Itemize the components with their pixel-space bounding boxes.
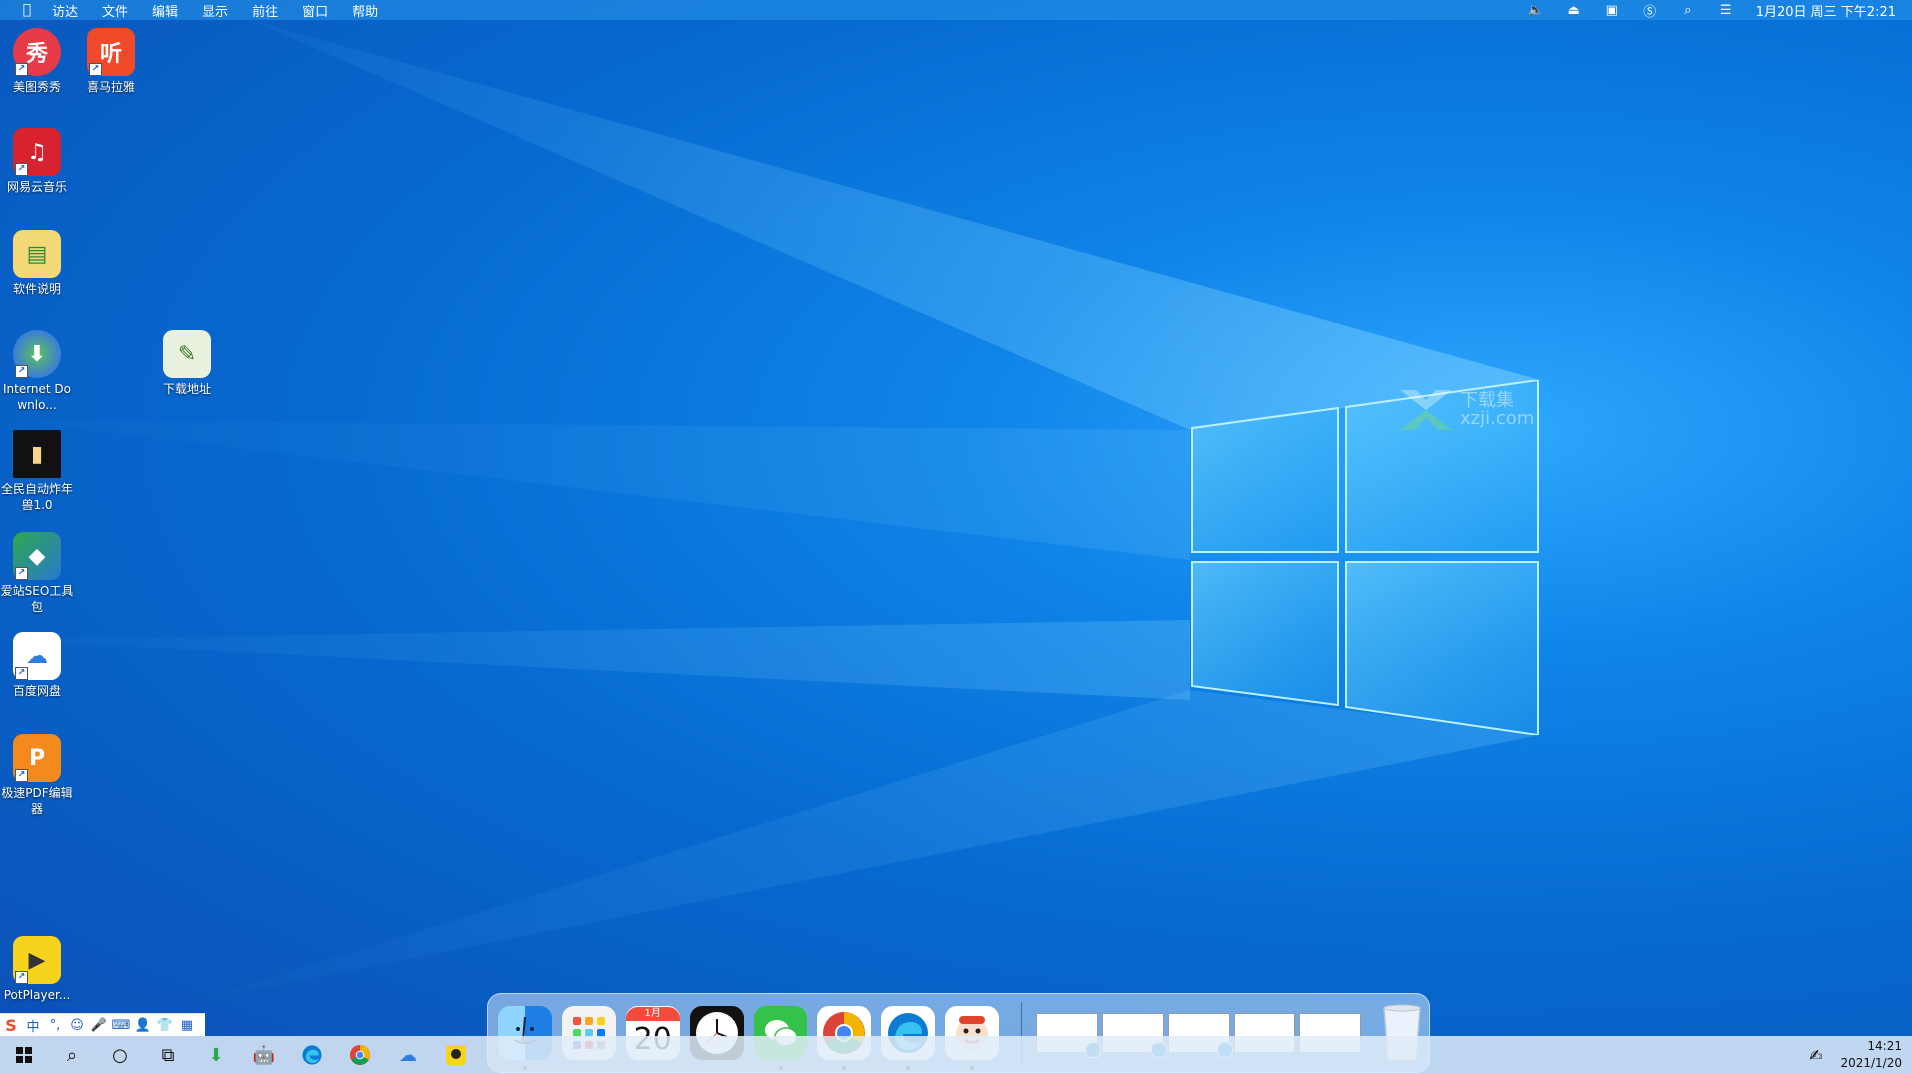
ime-toolbox-icon[interactable]: ▦	[176, 1018, 198, 1033]
watermark-logo-icon	[1400, 390, 1452, 430]
download-address-icon: ✎	[163, 330, 211, 378]
control-center-icon[interactable]: ☰	[1718, 3, 1734, 18]
nianshou-icon: ▮	[13, 430, 61, 478]
desktop-icon-aizhan-seo[interactable]: ◆ ↗ 爱站SEO工具包	[0, 532, 74, 615]
desktop-icon-label: 下载地址	[162, 382, 211, 396]
windows-start-icon[interactable]	[0, 1036, 48, 1074]
download-icon[interactable]: ⬇	[192, 1036, 240, 1074]
watermark-url: xzji.com	[1460, 408, 1535, 429]
pen-icon[interactable]: ✍	[1809, 1046, 1822, 1065]
desktop-icon-potplayer[interactable]: ▶ ↗ PotPlayer...	[0, 936, 74, 1003]
taskbar-clock[interactable]: 14:21 2021/1/20	[1840, 1038, 1902, 1072]
calendar-month: 1月	[625, 1007, 680, 1021]
desktop-icon-label: 百度网盘	[12, 684, 61, 698]
yellow-app-icon[interactable]	[432, 1036, 480, 1074]
desktop-icon-baidu-netdisk[interactable]: ☁ ↗ 百度网盘	[0, 632, 74, 699]
baidu-netdisk-icon: ☁ ↗	[13, 632, 61, 680]
ximalaya-icon: 听 ↗	[87, 28, 135, 76]
taskbar: ⌕ ○ ⧉ ⬇ 🤖 ☁ ✍ 14:21 2021/1/20	[0, 1036, 1912, 1074]
desktop-icon-label: 网易云音乐	[6, 180, 67, 194]
potplayer-icon: ▶ ↗	[13, 936, 61, 984]
volume-icon[interactable]: 🔈	[1528, 3, 1544, 18]
desktop-icon-label: PotPlayer...	[3, 988, 71, 1002]
desktop-icon-fast-pdf[interactable]: P ↗ 极速PDF编辑器	[0, 734, 74, 817]
meitu-icon: 秀 ↗	[13, 28, 61, 76]
desktop-icon-label: 全民自动炸年兽1.0	[0, 482, 73, 512]
windows-logo	[1191, 380, 1539, 735]
eject-icon[interactable]: ⏏	[1566, 3, 1582, 18]
ime-chinese-toggle[interactable]: 中	[22, 1016, 44, 1035]
menu-edit[interactable]: 编辑	[152, 1, 178, 20]
android-icon[interactable]: 🤖	[240, 1036, 288, 1074]
desktop-icon-nianshou[interactable]: ▮ 全民自动炸年兽1.0	[0, 430, 74, 513]
desktop-icon-label: 喜马拉雅	[86, 80, 135, 94]
menubar:  访达 文件 编辑 显示 前往 窗口 帮助 🔈 ⏏ ▣ Ⓢ ⌕ ☰ 1月20日…	[0, 0, 1912, 20]
idm-icon: ⬇ ↗	[13, 330, 61, 378]
desktop-icon-meitu[interactable]: 秀 ↗ 美图秀秀	[0, 28, 74, 95]
menu-file[interactable]: 文件	[102, 1, 128, 20]
taskbar-time: 14:21	[1867, 1039, 1902, 1053]
menu-go[interactable]: 前往	[252, 1, 278, 20]
menu-finder[interactable]: 访达	[52, 1, 78, 20]
desktop-icon-label: 软件说明	[12, 282, 61, 296]
ime-punctuation-toggle[interactable]: °,	[44, 1018, 66, 1033]
desktop-icon-idm[interactable]: ⬇ ↗ Internet Downlo...	[0, 330, 74, 413]
ime-skin-icon[interactable]: 👕	[154, 1018, 176, 1033]
ime-emoji-icon[interactable]: ☺	[66, 1018, 88, 1033]
desktop-icon-ximalaya[interactable]: 听 ↗ 喜马拉雅	[74, 28, 148, 95]
system-tray: ✍ 14:21 2021/1/20	[1809, 1038, 1902, 1072]
menu-window[interactable]: 窗口	[302, 1, 328, 20]
ime-user-icon[interactable]: 👤	[132, 1018, 154, 1033]
baidu-netdisk-icon[interactable]: ☁	[384, 1036, 432, 1074]
watermark: 下载集 xzji.com	[1398, 388, 1534, 432]
ime-keyboard-icon[interactable]: ⌨	[110, 1018, 132, 1033]
taskbar-date: 2021/1/20	[1840, 1056, 1902, 1070]
desktop-icon-download-address[interactable]: ✎ 下载地址	[150, 330, 224, 397]
desktop-icon-label: 极速PDF编辑器	[1, 786, 73, 816]
search-icon[interactable]: ⌕	[48, 1036, 96, 1074]
menu-help[interactable]: 帮助	[352, 1, 378, 20]
aizhan-seo-icon: ◆ ↗	[13, 532, 61, 580]
cortana-icon[interactable]: ○	[96, 1036, 144, 1074]
menu-view[interactable]: 显示	[202, 1, 228, 20]
desktop-icon-label: 美图秀秀	[12, 80, 61, 94]
desktop-icon-label: 爱站SEO工具包	[0, 584, 74, 614]
chrome-icon[interactable]	[336, 1036, 384, 1074]
input-method-icon[interactable]: ▣	[1604, 3, 1620, 18]
desktop-icon-label: Internet Downlo...	[2, 382, 72, 412]
task-view-icon[interactable]: ⧉	[144, 1036, 192, 1074]
desktop-icon-netease-music[interactable]: ♫ ↗ 网易云音乐	[0, 128, 74, 195]
search-icon[interactable]: ⌕	[1680, 3, 1696, 18]
edge-icon[interactable]	[288, 1036, 336, 1074]
desktop-icon-readme[interactable]: ▤ 软件说明	[0, 230, 74, 297]
ime-voice-icon[interactable]: 🎤	[88, 1018, 110, 1033]
sogou-icon[interactable]: Ⓢ	[1642, 1, 1658, 20]
apple-icon[interactable]: 	[18, 2, 36, 18]
readme-icon: ▤	[13, 230, 61, 278]
netease-music-icon: ♫ ↗	[13, 128, 61, 176]
wallpaper-beams	[0, 20, 1540, 1000]
ime-toolbar: S 中 °, ☺ 🎤 ⌨ 👤 👕 ▦	[0, 1013, 205, 1036]
fast-pdf-icon: P ↗	[13, 734, 61, 782]
sogou-logo-icon[interactable]: S	[0, 1016, 22, 1035]
menubar-datetime[interactable]: 1月20日 周三 下午2:21	[1756, 1, 1896, 20]
